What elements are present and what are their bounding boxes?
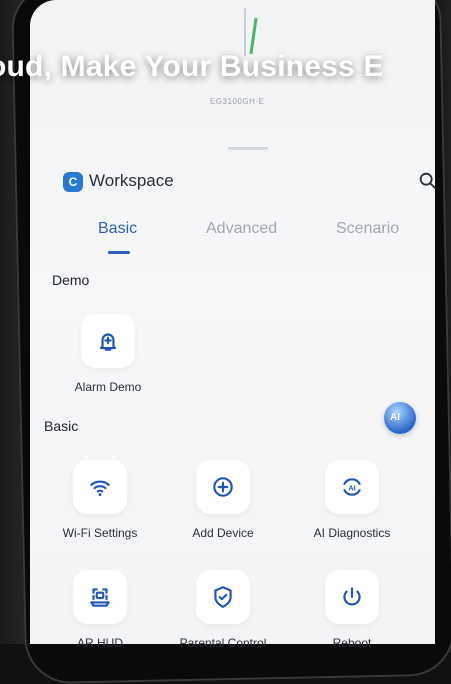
- ai-diagnostics-icon: AI: [343, 478, 361, 496]
- wifi-settings-label: Wi-Fi Settings: [62, 526, 138, 540]
- tab-basic[interactable]: Basic: [98, 220, 137, 238]
- section-basic-title: Basic: [44, 418, 79, 434]
- ai-diagnostics-item[interactable]: AI AI Diagnostics: [292, 460, 412, 560]
- tab-bar: Basic Advanced Scenario: [90, 220, 430, 264]
- alarm-bell-icon: [99, 333, 117, 351]
- tab-underline: [108, 251, 130, 254]
- reboot-item[interactable]: Reboot: [292, 570, 412, 670]
- alarm-demo-label: Alarm Demo: [74, 380, 142, 394]
- search-icon: [419, 172, 437, 190]
- reboot-label: Reboot: [332, 636, 372, 650]
- search-button[interactable]: [417, 170, 439, 192]
- svg-text:AI: AI: [348, 483, 356, 492]
- app-logo: C: [63, 172, 83, 192]
- parental-control-item[interactable]: Parental Control: [163, 570, 283, 670]
- add-device-label: Add Device: [192, 526, 254, 540]
- ai-diagnostics-icon-box: AI: [325, 460, 379, 514]
- alarm-demo-item[interactable]: Alarm Demo: [48, 314, 168, 414]
- wifi-settings-item[interactable]: Wi-Fi Settings: [40, 460, 160, 560]
- device-line: [244, 8, 246, 56]
- tab-advanced[interactable]: Advanced: [206, 220, 277, 238]
- add-circle-icon: [213, 477, 233, 497]
- ai-badge-text: AI: [390, 412, 400, 423]
- ai-assistant-button[interactable]: AI: [384, 402, 416, 434]
- ai-diagnostics-label: AI Diagnostics: [313, 526, 391, 540]
- shield-check-icon: [214, 586, 232, 608]
- wifi-icon: [90, 480, 110, 496]
- power-icon: [343, 587, 361, 606]
- alarm-demo-icon-box: [81, 314, 135, 368]
- wifi-settings-icon-box: [73, 460, 127, 514]
- parental-control-icon-box: [196, 570, 250, 624]
- ar-hud-icon: [90, 588, 110, 607]
- ar-hud-item[interactable]: AR HUD: [40, 570, 160, 670]
- add-device-item[interactable]: Add Device: [163, 460, 283, 560]
- tab-scenario[interactable]: Scenario: [336, 220, 399, 238]
- device-model: EG3100GH-E: [210, 97, 265, 106]
- device-indicator: [249, 17, 258, 55]
- add-device-icon-box: [196, 460, 250, 514]
- topbar: C Workspace: [57, 168, 447, 196]
- section-demo-title: Demo: [52, 272, 90, 288]
- page-title: Workspace: [89, 171, 174, 190]
- device-bar: [228, 147, 268, 150]
- ar-hud-label: AR HUD: [76, 636, 123, 650]
- reboot-icon-box: [325, 570, 379, 624]
- parental-control-label: Parental Control: [179, 636, 267, 650]
- ar-hud-icon-box: [73, 570, 127, 624]
- headline: oud, Make Your Business E: [0, 50, 384, 83]
